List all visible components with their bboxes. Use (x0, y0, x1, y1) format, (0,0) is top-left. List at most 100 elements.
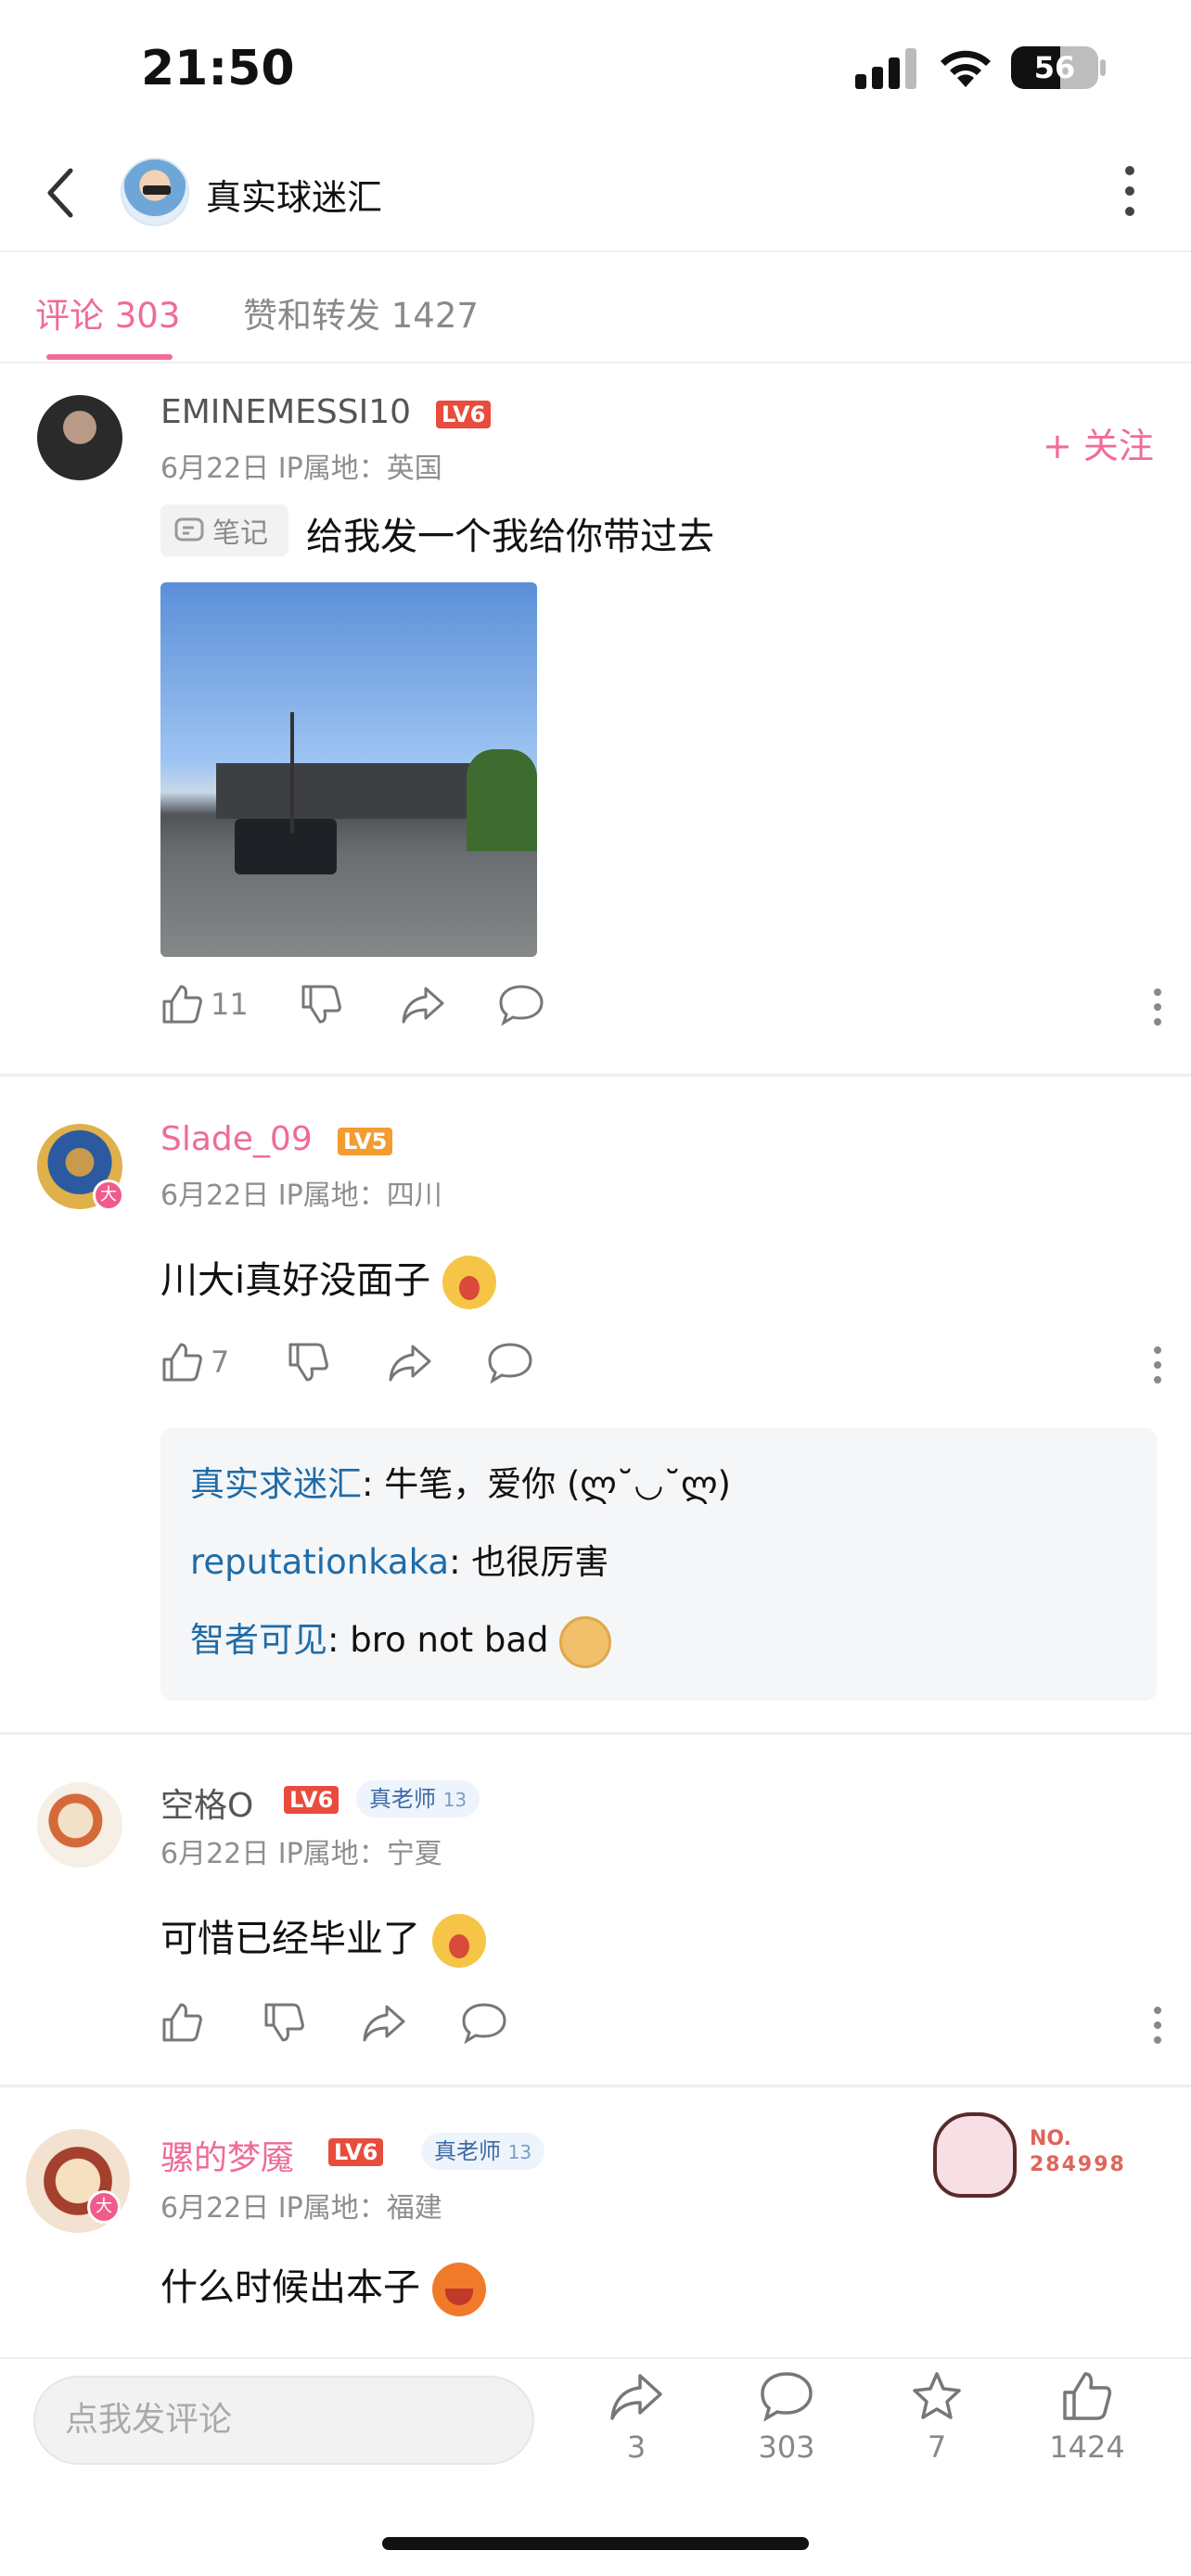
reply-author[interactable]: 智者可见 (190, 1620, 327, 1660)
comment-meta: 6月22日 IP属地：英国 (160, 453, 442, 485)
username[interactable]: 空格O (160, 1779, 253, 1827)
like-button[interactable]: 7 (160, 1341, 229, 1384)
avatar[interactable] (37, 1782, 122, 1868)
thumbs-down-icon[interactable] (287, 1341, 329, 1384)
note-tag-label: 笔记 (212, 517, 268, 550)
comment-actions (160, 2001, 1162, 2057)
reply-author[interactable]: reputationkaka (190, 1542, 449, 1582)
divider (0, 2085, 1191, 2087)
back-arrow-icon[interactable] (41, 165, 82, 221)
favorite-action[interactable]: 7 (881, 2370, 992, 2465)
angry-emoji (431, 2263, 486, 2316)
share-icon[interactable] (400, 983, 446, 1026)
reply-item[interactable]: 真实求迷汇: 牛笔，爱你 (ლ˘◡˘ლ) (190, 1456, 731, 1506)
group-avatar[interactable] (121, 158, 189, 226)
comment-text: 给我发一个我给你带过去 (306, 516, 714, 558)
share-count: 3 (626, 2429, 647, 2465)
teacher-badge-count: 13 (442, 1789, 467, 1811)
more-vertical-icon[interactable] (1121, 163, 1139, 219)
fan-number-value: 284998 (1030, 2153, 1126, 2176)
tab-bar: 评论 303 赞和转发 1427 (0, 252, 1191, 363)
fan-number-label: NO. (1030, 2127, 1071, 2150)
comment-item: 大 骡的梦魇 LV6 真老师 13 6月22日 IP属地：福建 NO. 2849… (0, 2088, 1191, 2357)
tab-comments[interactable]: 评论 303 (35, 287, 180, 338)
comment-action[interactable]: 303 (731, 2370, 842, 2465)
note-icon (174, 517, 204, 542)
reply-text: : 牛笔，爱你 (ლ˘◡˘ლ) (362, 1464, 731, 1504)
username[interactable]: EMINEMESSI10 (160, 393, 411, 431)
more-icon[interactable] (1153, 2005, 1162, 2051)
thumbs-up-icon (162, 1343, 202, 1382)
teacher-badge: 真老师 13 (356, 1780, 480, 1817)
comment-count: 303 (758, 2429, 815, 2465)
reply-icon[interactable] (498, 983, 544, 1026)
like-action[interactable]: 1424 (1031, 2370, 1143, 2465)
comment-actions: 11 (160, 983, 1162, 1039)
share-icon[interactable] (387, 1341, 433, 1384)
divider (0, 1732, 1191, 1735)
comment-text-content: 可惜已经毕业了 (160, 1918, 420, 1960)
follow-button[interactable]: + 关注 (1043, 417, 1154, 468)
avatar[interactable] (37, 395, 122, 480)
level-badge: LV6 (436, 401, 492, 428)
star-icon (913, 2372, 961, 2419)
page-title: 真实球迷汇 (206, 177, 383, 218)
reply-author[interactable]: 真实求迷汇 (190, 1464, 362, 1504)
star-count: 7 (927, 2429, 947, 2465)
username[interactable]: Slade_09 (160, 1120, 313, 1158)
mascot-icon (933, 2112, 1017, 2198)
thumbs-up-icon (1063, 2372, 1112, 2420)
comment-meta: 6月22日 IP属地：宁夏 (160, 1838, 442, 1870)
reply-list: 真实求迷汇: 牛笔，爱你 (ლ˘◡˘ლ) reputationkaka: 也很厉… (160, 1428, 1157, 1701)
thumbs-down-icon[interactable] (300, 983, 342, 1026)
fan-number-badge: NO. 284998 (928, 2109, 1150, 2201)
active-tab-indicator (46, 354, 173, 360)
share-icon[interactable] (361, 2001, 407, 2044)
comment-text-content: 川大i真好没面子 (160, 1259, 431, 1302)
share-icon (610, 2374, 662, 2420)
wifi-icon (941, 50, 991, 87)
battery-icon: 56 (1011, 46, 1098, 89)
battery-level: 56 (1033, 50, 1076, 85)
reply-item[interactable]: reputationkaka: 也很厉害 (190, 1534, 608, 1584)
reply-text: : bro not bad (327, 1620, 549, 1660)
comment-image[interactable] (160, 582, 537, 957)
divider (0, 1074, 1191, 1077)
more-icon[interactable] (1153, 987, 1162, 1033)
more-icon[interactable] (1153, 1345, 1162, 1391)
avatar-badge: 大 (93, 1180, 124, 1211)
like-count: 1424 (1049, 2429, 1125, 2465)
comment-text: 什么时候出本子 (160, 2257, 486, 2316)
reply-icon[interactable] (461, 2001, 507, 2044)
comment-text: 可惜已经毕业了 (160, 1908, 486, 1968)
teacher-badge-label: 真老师 (369, 1786, 436, 1812)
comment-meta: 6月22日 IP属地：福建 (160, 2192, 442, 2225)
thumbs-down-icon[interactable] (263, 2001, 305, 2044)
thumbs-up-icon[interactable] (160, 2001, 203, 2044)
comment-item: EMINEMESSI10 LV6 6月22日 IP属地：英国 + 关注 笔记 给… (0, 363, 1191, 1074)
comment-item: 大 Slade_09 LV5 6月22日 IP属地：四川 川大i真好没面子 7 … (0, 1078, 1191, 1730)
reply-item[interactable]: 智者可见: bro not bad (190, 1612, 612, 1668)
reply-text: : 也很厉害 (449, 1542, 609, 1582)
comment-actions: 7 (160, 1341, 1162, 1396)
crying-emoji (442, 1256, 496, 1309)
teacher-badge-count: 13 (507, 2141, 532, 2163)
doge-emoji (559, 1615, 612, 1668)
tab-likes-reposts[interactable]: 赞和转发 1427 (243, 287, 479, 338)
like-count: 11 (211, 987, 249, 1022)
level-badge: LV6 (284, 1786, 339, 1814)
like-button[interactable]: 11 (160, 983, 249, 1026)
status-bar: 21:50 56 (0, 0, 1191, 139)
cellular-signal-icon (855, 48, 916, 89)
note-tag[interactable]: 笔记 (160, 504, 288, 556)
teacher-badge-label: 真老师 (434, 2138, 501, 2164)
reply-icon[interactable] (487, 1341, 533, 1384)
home-indicator (382, 2537, 809, 2550)
username[interactable]: 骡的梦魇 (160, 2131, 294, 2179)
thumbs-up-icon (162, 985, 202, 1024)
comment-input[interactable]: 点我发评论 (33, 2376, 534, 2465)
level-badge: LV5 (338, 1128, 393, 1155)
crying-emoji (431, 1914, 486, 1968)
comment-meta: 6月22日 IP属地：四川 (160, 1180, 442, 1212)
share-action[interactable]: 3 (581, 2370, 692, 2465)
